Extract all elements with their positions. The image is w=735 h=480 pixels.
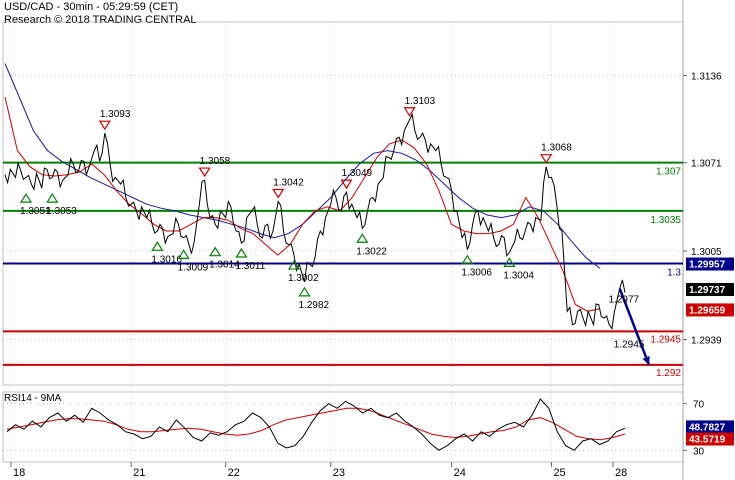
price-tick-label: 1.3005 bbox=[691, 247, 722, 258]
annotation-label: 1.3004 bbox=[503, 270, 534, 281]
price-tick-label: 1.2939 bbox=[691, 335, 722, 346]
rsi-tick-label: 70 bbox=[693, 400, 705, 411]
rsi-tag-label: 48.7827 bbox=[689, 422, 726, 433]
rsi-panel-frame bbox=[2, 391, 684, 463]
low-marker-icon bbox=[209, 246, 222, 257]
level-label: 1.3 bbox=[667, 268, 681, 279]
high-marker-icon bbox=[540, 154, 553, 164]
annotation-label: 1.2945 bbox=[614, 339, 645, 350]
price-tag-label: 1.29659 bbox=[689, 305, 726, 316]
level-label: 1.307 bbox=[656, 167, 681, 178]
high-marker-icon bbox=[340, 179, 353, 190]
x-tick-label: 22 bbox=[228, 467, 240, 479]
price-tick-label: 1.3071 bbox=[691, 159, 722, 170]
level-label: 1.3035 bbox=[650, 215, 681, 226]
annotation-label: 1.2977 bbox=[608, 295, 639, 306]
annotation-label: 1.3011 bbox=[235, 261, 265, 272]
high-marker-icon bbox=[272, 188, 285, 199]
price-line bbox=[4, 112, 626, 331]
rsi-tick-label: 30 bbox=[693, 446, 705, 457]
x-tick-label: 23 bbox=[333, 467, 345, 479]
x-tick-label: 25 bbox=[553, 467, 565, 479]
low-marker-icon bbox=[503, 257, 516, 267]
annotation-label: 1.3002 bbox=[288, 273, 319, 284]
rsi-line bbox=[6, 398, 626, 451]
annotation-label: 1.3006 bbox=[461, 268, 492, 279]
annotation-label: 1.3068 bbox=[541, 143, 572, 154]
price-tag-label: 1.29737 bbox=[689, 285, 726, 296]
price-tick-label: 1.3136 bbox=[691, 72, 722, 83]
x-tick-label: 21 bbox=[133, 467, 145, 479]
level-label: 1.292 bbox=[656, 368, 681, 379]
high-marker-icon bbox=[198, 167, 211, 178]
annotation-label: 1.3049 bbox=[342, 168, 373, 179]
low-marker-icon bbox=[235, 247, 248, 258]
low-marker-icon bbox=[298, 286, 311, 297]
high-marker-icon bbox=[98, 120, 111, 131]
level-label: 1.2945 bbox=[650, 334, 681, 345]
rsi-tag-label: 43.5719 bbox=[689, 435, 726, 446]
low-marker-icon bbox=[19, 192, 33, 203]
x-tick-label: 28 bbox=[615, 467, 627, 479]
x-tick-label: 18 bbox=[13, 467, 25, 479]
low-marker-icon bbox=[151, 241, 164, 251]
price-tag-label: 1.29957 bbox=[689, 260, 726, 271]
annotation-label: 1.3022 bbox=[356, 246, 387, 257]
annotation-label: 1.3103 bbox=[405, 96, 436, 107]
low-marker-icon bbox=[46, 192, 59, 203]
annotation-label: 1.3009 bbox=[178, 262, 209, 273]
x-tick-label: 24 bbox=[454, 467, 466, 479]
annotation-label: 1.3058 bbox=[200, 156, 231, 167]
annotation-label: 1.3093 bbox=[100, 109, 131, 120]
annotation-label: 1.3042 bbox=[273, 177, 304, 188]
price-chart: 1.3136 1.3071 1.3005 1.2939 18 21 22 23 24 25 28 1.… bbox=[2, 0, 734, 480]
low-marker-icon bbox=[356, 233, 369, 243]
annotation-label: 1.3053 bbox=[46, 206, 77, 217]
annotation-label: 1.2982 bbox=[298, 300, 329, 311]
high-marker-icon bbox=[403, 107, 416, 117]
